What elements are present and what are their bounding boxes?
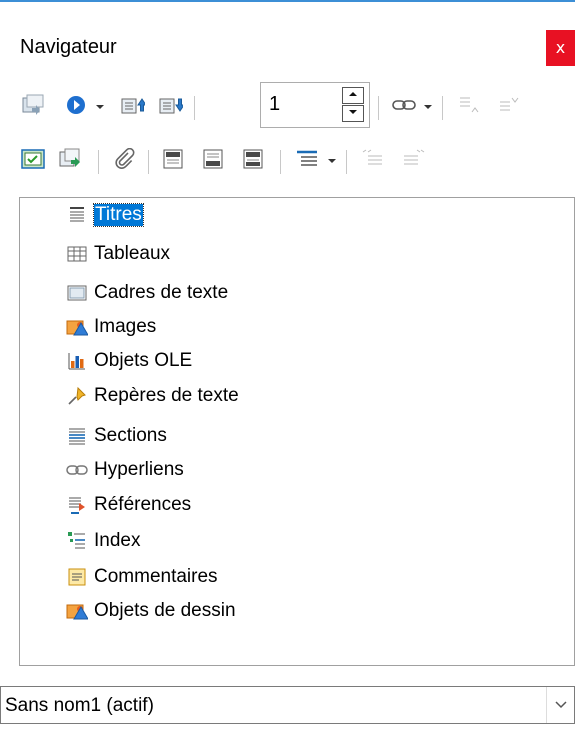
header-icon (162, 148, 184, 175)
toolbar-separator (280, 150, 281, 174)
tree-item-label: Titres (93, 203, 144, 227)
section-icon (66, 425, 88, 447)
heading-levels-icon (295, 148, 319, 175)
navigation-icon (65, 94, 87, 121)
headings-icon (66, 204, 88, 226)
tree-item-drawing-objects[interactable]: Objets de dessin (66, 596, 236, 626)
demote-chapter-icon (400, 148, 426, 175)
toolbar-separator (98, 150, 99, 174)
drag-mode-icon (113, 147, 135, 175)
chevron-down-icon (423, 98, 433, 116)
tree-item-label: Références (94, 494, 192, 515)
bookmark-icon (66, 385, 88, 407)
window-title: Navigateur (20, 36, 117, 58)
tree-item-sections[interactable]: Sections (66, 421, 167, 451)
navigator-toolbar-top: 1 (14, 82, 574, 132)
ole-object-icon (66, 350, 88, 372)
toolbar-separator (442, 96, 443, 120)
tree-item-images[interactable]: Images (66, 312, 156, 342)
chevron-down-icon (554, 696, 568, 714)
spin-down-button[interactable] (342, 105, 364, 122)
tree-item-label: Objets OLE (94, 350, 193, 371)
toggle-icon (22, 94, 44, 121)
close-button[interactable]: x (546, 30, 575, 66)
next-icon (159, 94, 185, 121)
header-button[interactable] (158, 144, 188, 178)
chevron-down-icon (95, 98, 105, 116)
toolbar-separator (194, 96, 195, 120)
set-reminder-button[interactable] (56, 144, 86, 178)
text-frame-icon (66, 282, 88, 304)
footer-icon (202, 148, 224, 175)
drawing-object-icon (66, 600, 88, 622)
document-select-dropdown-button[interactable] (546, 687, 574, 723)
set-reminder-icon (59, 148, 83, 175)
tree-item-label: Commentaires (94, 566, 218, 587)
chevron-down-icon (327, 152, 337, 170)
drag-mode-button[interactable] (110, 144, 138, 178)
tree-item-references[interactable]: Références (66, 490, 191, 520)
spin-up-button[interactable] (342, 87, 364, 104)
hyperlink-icon (392, 98, 416, 117)
toggle-button[interactable] (18, 90, 48, 124)
content-tree[interactable]: Titres Tableaux Cadres de texte Images O… (19, 197, 575, 666)
insert-mode-dropdown[interactable] (420, 90, 436, 124)
content-view-icon (21, 148, 45, 175)
tree-item-bookmarks[interactable]: Repères de texte (66, 381, 239, 411)
image-icon (66, 316, 88, 338)
table-icon (66, 243, 88, 265)
toolbar-separator (346, 150, 347, 174)
previous-icon (121, 94, 147, 121)
anchor-button[interactable] (238, 144, 268, 178)
tree-item-text-frames[interactable]: Cadres de texte (66, 278, 228, 308)
toolbar-separator (378, 96, 379, 120)
tree-item-label: Tableaux (94, 243, 171, 264)
tree-item-ole-objects[interactable]: Objets OLE (66, 346, 192, 376)
tree-item-hyperlinks[interactable]: Hyperliens (66, 455, 184, 485)
navigation-dropdown[interactable] (92, 90, 108, 124)
tree-item-label: Index (94, 530, 141, 551)
page-spinner (342, 87, 364, 123)
page-number-value: 1 (269, 93, 281, 115)
hyperlink-insert-button[interactable] (390, 90, 418, 124)
promote-level-button[interactable] (454, 90, 484, 124)
content-view-button[interactable] (18, 144, 48, 178)
promote-chapter-button[interactable] (358, 144, 388, 178)
navigator-toolbar-bottom (14, 136, 574, 186)
document-select[interactable]: Sans nom1 (actif) (0, 686, 575, 724)
tree-item-index[interactable]: Index (66, 526, 140, 556)
reference-icon (66, 494, 88, 516)
index-icon (66, 530, 88, 552)
anchor-icon (242, 148, 264, 175)
document-select-value: Sans nom1 (actif) (5, 695, 154, 716)
promote-chapter-icon (360, 148, 386, 175)
toolbar-separator (148, 150, 149, 174)
navigation-button[interactable] (64, 90, 88, 124)
promote-level-icon (456, 94, 482, 121)
footer-button[interactable] (198, 144, 228, 178)
demote-chapter-button[interactable] (398, 144, 428, 178)
heading-levels-dropdown[interactable] (324, 144, 340, 178)
tree-item-headings[interactable]: Titres (66, 200, 144, 230)
tree-item-label: Cadres de texte (94, 282, 229, 303)
hyperlink-icon (66, 459, 88, 481)
page-number-field[interactable]: 1 (260, 82, 370, 128)
next-button[interactable] (156, 90, 186, 124)
demote-level-button[interactable] (494, 90, 524, 124)
title-bar: Navigateur x (0, 2, 575, 80)
tree-item-label: Sections (94, 425, 167, 446)
tree-item-label: Hyperliens (94, 459, 184, 480)
close-icon: x (555, 38, 566, 57)
tree-item-label: Repères de texte (94, 385, 239, 406)
tree-item-tables[interactable]: Tableaux (66, 239, 170, 269)
previous-button[interactable] (118, 90, 148, 124)
heading-levels-button[interactable] (292, 144, 322, 178)
demote-level-icon (496, 94, 522, 121)
tree-item-label: Objets de dessin (94, 600, 236, 621)
comment-icon (66, 566, 88, 588)
tree-item-label: Images (94, 316, 157, 337)
tree-item-comments[interactable]: Commentaires (66, 562, 218, 592)
